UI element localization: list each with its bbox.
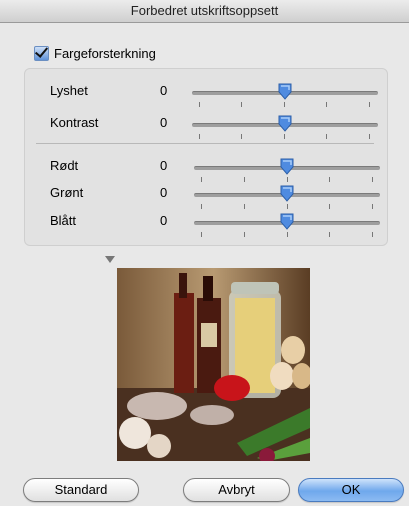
- red-value: 0: [160, 158, 168, 173]
- slider-tick: [372, 204, 373, 209]
- contrast-value: 0: [160, 115, 168, 130]
- slider-tick: [201, 177, 202, 182]
- ok-button[interactable]: OK: [298, 478, 404, 502]
- slider-row-contrast: Kontrast 0: [0, 114, 409, 139]
- color-enhancement-checkbox-row[interactable]: Fargeforsterkning: [34, 44, 156, 62]
- slider-tick: [369, 102, 370, 107]
- slider-tick: [372, 177, 373, 182]
- slider-tick: [329, 232, 330, 237]
- slider-tick: [284, 102, 285, 107]
- brightness-value: 0: [160, 83, 168, 98]
- green-slider-thumb[interactable]: [280, 185, 294, 202]
- slider-tick: [199, 102, 200, 107]
- slider-row-blue: Blått 0: [0, 212, 409, 237]
- slider-tick: [201, 232, 202, 237]
- slider-tick: [244, 232, 245, 237]
- slider-tick: [244, 177, 245, 182]
- blue-label: Blått: [50, 213, 77, 228]
- slider-row-green: Grønt 0: [0, 184, 409, 209]
- color-enhancement-checkbox[interactable]: [34, 45, 49, 61]
- preview-image: [117, 268, 310, 461]
- slider-tick: [326, 134, 327, 139]
- slider-tick: [201, 204, 202, 209]
- disclosure-triangle-icon[interactable]: [105, 256, 115, 263]
- green-label: Grønt: [50, 185, 84, 200]
- group-separator: [36, 143, 374, 144]
- slider-tick: [369, 134, 370, 139]
- slider-row-red: Rødt 0: [0, 157, 409, 182]
- contrast-slider-thumb[interactable]: [278, 115, 292, 132]
- slider-tick: [329, 177, 330, 182]
- slider-tick: [326, 102, 327, 107]
- slider-tick: [199, 134, 200, 139]
- cancel-button[interactable]: Avbryt: [183, 478, 290, 502]
- color-enhancement-label: Fargeforsterkning: [54, 45, 156, 61]
- window-title: Forbedret utskriftsoppsett: [0, 0, 409, 23]
- blue-slider-thumb[interactable]: [280, 213, 294, 230]
- slider-tick: [287, 232, 288, 237]
- slider-tick: [287, 204, 288, 209]
- slider-tick: [329, 204, 330, 209]
- brightness-label: Lyshet: [50, 83, 88, 98]
- red-label: Rødt: [50, 158, 79, 173]
- slider-tick: [284, 134, 285, 139]
- slider-tick: [244, 204, 245, 209]
- contrast-label: Kontrast: [50, 115, 99, 130]
- slider-row-brightness: Lyshet 0: [0, 82, 409, 107]
- green-value: 0: [160, 185, 168, 200]
- slider-tick: [241, 134, 242, 139]
- slider-tick: [241, 102, 242, 107]
- blue-value: 0: [160, 213, 168, 228]
- red-slider-thumb[interactable]: [280, 158, 294, 175]
- slider-tick: [287, 177, 288, 182]
- slider-tick: [372, 232, 373, 237]
- brightness-slider-thumb[interactable]: [278, 83, 292, 100]
- standard-button[interactable]: Standard: [23, 478, 139, 502]
